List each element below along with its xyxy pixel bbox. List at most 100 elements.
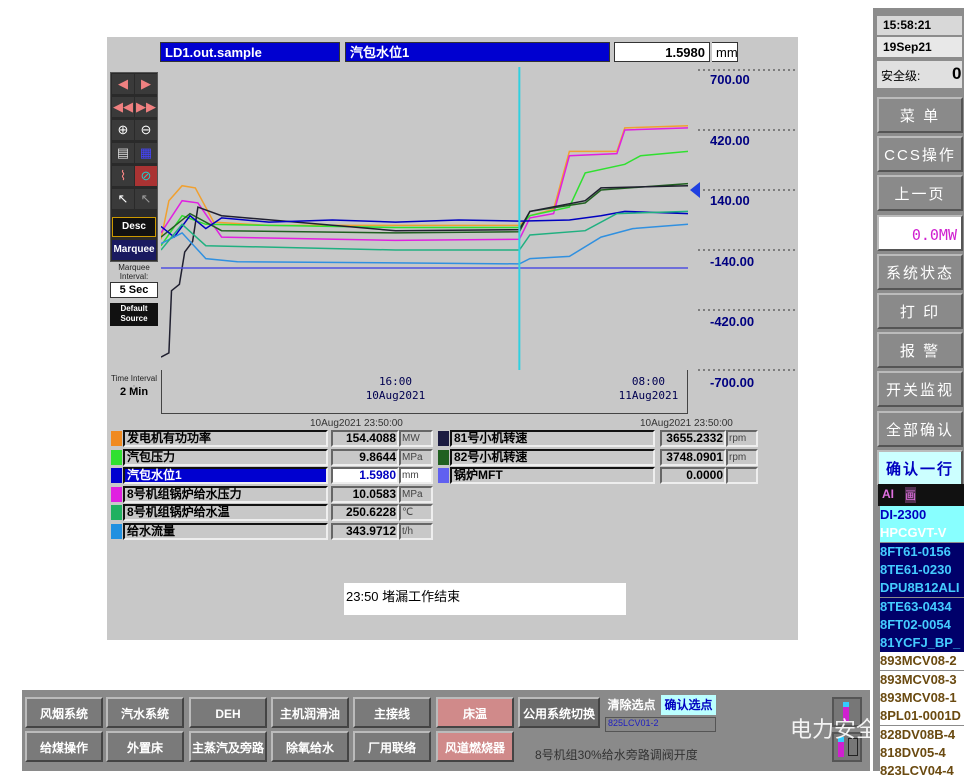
legend-row[interactable]: 给水流量 343.9712 t/h [111,522,433,540]
series-name: 发电机有功功率 [123,430,328,447]
series-name: 给水流量 [123,522,328,540]
selected-point-field[interactable]: 825LCV01-2 [605,717,716,732]
alarm-list-item[interactable]: 8FT02-0054 [880,615,964,634]
series-value: 9.8644 [331,448,399,466]
y-tick-label: 420.00 [710,132,750,148]
pointer-icon[interactable]: ↖ [112,189,134,209]
side-menu-button[interactable]: 上一页 [877,175,963,212]
series-unit: ℃ [399,504,433,521]
series-name: 8号机组锅炉给水压力 [123,485,328,503]
y-tick-label: -140.00 [710,253,755,269]
graphic-filter-tab[interactable]: 画 [905,487,916,503]
alarm-list-item[interactable]: 818DV05-4 [880,743,964,762]
legend-row[interactable]: 汽包压力 9.8644 MPa [111,448,433,466]
alarm-list-item[interactable]: 893MCV08-2 [880,652,964,671]
clock-date: 19Sep21 [877,37,962,57]
series-swatch [111,486,122,502]
legend-row[interactable]: 82号小机转速 3748.0901 rpm [438,448,758,466]
trend-chart[interactable] [161,67,688,370]
nav-button[interactable]: 公用系统切换 [518,697,600,728]
trend-icon[interactable]: ⌇ [112,166,134,186]
nav-button[interactable]: 外置床 [106,731,184,762]
clear-point-button[interactable]: 清除选点 [603,695,660,715]
series-value: 3748.0901 [660,448,726,466]
alarm-list-item[interactable]: 8TE61-0230 [880,560,964,579]
series-line [161,182,688,238]
confirm-point-button[interactable]: 确认选点 [661,695,716,715]
nav-button[interactable]: 风道燃烧器 [436,731,514,762]
alarm-list-item[interactable]: DI-2300 [880,506,964,524]
alarm-list-header: AI 画 [878,484,964,506]
table-icon[interactable]: ▦ [135,143,157,163]
nav-button[interactable]: 主接线 [353,697,431,728]
default-source-button[interactable]: Default Source [110,303,158,326]
window-icon[interactable]: ▤ [112,143,134,163]
ai-filter-tab[interactable]: AI [882,487,894,501]
side-menu-button[interactable]: 报 警 [877,332,963,369]
alarm-list-item[interactable]: DPU8B12ALI [880,579,964,598]
zoom-in-icon[interactable]: ⊕ [112,120,134,140]
alarm-list-item[interactable]: HPCGVT-V [880,524,964,543]
alarm-list-item[interactable]: 8FT61-0156 [880,542,964,561]
table-timestamp-left: 10Aug2021 23:50:00 [310,418,403,429]
nav-button[interactable]: 主蒸汽及旁路 [189,731,267,762]
marquee-button[interactable]: Marquee [112,240,156,260]
side-menu-button[interactable]: 菜 单 [877,97,963,133]
nav-button[interactable]: 厂用联络 [353,731,431,762]
tag-name-field[interactable]: LD1.out.sample [160,42,340,62]
side-menu-button[interactable]: 打 印 [877,293,963,329]
alarm-list-item[interactable]: 823LCV04-4 [880,762,964,780]
current-value: 1.5980 [614,42,710,62]
nav-button[interactable]: 除氧给水 [271,731,349,762]
nav-button[interactable]: 风烟系统 [25,697,103,728]
alarm-list-item[interactable]: 8PL01-0001D [880,707,964,726]
desc-button[interactable]: Desc [112,217,156,237]
alarm-list-item[interactable]: 893MCV08-3 [880,670,964,689]
scroll-left-icon[interactable]: ◀ [112,74,134,94]
side-menu-button[interactable]: 开关监视 [877,371,963,408]
series-unit: rpm [726,430,758,447]
series-name: 汽包压力 [123,448,328,466]
series-unit: t/h [399,522,433,540]
legend-row[interactable]: 8号机组锅炉给水压力 10.0583 MPa [111,485,433,503]
legend-row[interactable]: 81号小机转速 3655.2332 rpm [438,430,758,447]
zoom-out-icon[interactable]: ⊖ [135,120,157,140]
series-value: 154.4088 [331,430,399,447]
clock-time: 15:58:21 [877,16,962,35]
no-entry-icon[interactable]: ⊘ [135,166,157,186]
current-value-marker-icon [690,182,700,198]
trend-toolbar: ◀ ▶ ◀◀ ▶▶ ⊕ ⊖ ▤ ▦ ⌇ ⊘ ↖ ↖ Desc Marquee [110,72,158,262]
alarm-list-item[interactable]: 8TE63-0434 [880,597,964,616]
nav-button[interactable]: DEH [189,697,267,728]
marquee-interval-field[interactable]: 5 Sec [110,282,158,298]
side-menu-button[interactable]: CCS操作 [877,136,963,173]
alarm-list-item[interactable]: 81YCFJ_BP_ [880,634,964,653]
fast-left-icon[interactable]: ◀◀ [112,97,134,117]
side-menu-button[interactable]: 0.0MW [877,214,963,251]
nav-button[interactable]: 汽水系统 [106,697,184,728]
series-swatch [111,431,122,446]
alarm-list-item[interactable]: 828DV08B-4 [880,725,964,744]
nav-button[interactable]: 床温 [436,697,514,728]
pointer-select-icon[interactable]: ↖ [135,189,157,209]
side-menu-button[interactable]: 系统状态 [877,253,963,290]
nav-button[interactable]: 给煤操作 [25,731,103,762]
legend-row[interactable]: 发电机有功功率 154.4088 MW [111,430,433,447]
side-menu-button[interactable]: 全部确认 [877,410,963,447]
scroll-right-icon[interactable]: ▶ [135,74,157,94]
series-value: 1.5980 [331,467,399,484]
side-menu-button[interactable]: 确认一行 [877,449,963,486]
alarm-list-item[interactable]: 893MCV08-1 [880,689,964,707]
series-name: 8号机组锅炉给水温 [123,504,328,521]
x-tick-date: 10Aug2021 [365,389,426,402]
table-timestamp-right: 10Aug2021 23:50:00 [640,418,733,429]
legend-row[interactable]: 汽包水位1 1.5980 mm [111,467,433,484]
series-value: 250.6228 [331,504,399,521]
series-value: 0.0000 [660,467,726,484]
y-tick-label: -700.00 [710,374,755,390]
legend-row[interactable]: 锅炉MFT 0.0000 [438,467,758,484]
nav-button[interactable]: 主机润滑油 [271,697,349,728]
legend-row[interactable]: 8号机组锅炉给水温 250.6228 ℃ [111,504,433,521]
series-swatch [111,505,122,520]
fast-right-icon[interactable]: ▶▶ [135,97,157,117]
